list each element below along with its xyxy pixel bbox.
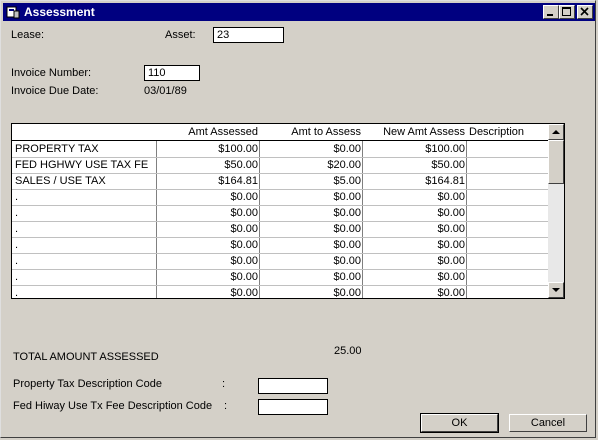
cell-amt-to-assess[interactable]: $20.00 [263,159,361,171]
grid-header-amt-to-assess: Amt to Assess [291,126,361,138]
table-row[interactable]: PROPERTY TAX $100.00 $0.00 $100.00 [12,141,548,158]
minimize-button[interactable] [543,5,559,19]
cancel-button[interactable]: Cancel [509,414,587,432]
cell-amt-assessed[interactable]: $164.81 [160,175,258,187]
cell-name[interactable]: FED HGHWY USE TAX FE [15,159,155,171]
close-button[interactable] [577,5,593,19]
table-row[interactable]: . $0.00 $0.00 $0.00 [12,205,548,222]
app-icon [6,6,20,19]
ok-button[interactable]: OK [420,413,499,433]
invoice-number-label: Invoice Number: [11,67,92,79]
cell-amt-to-assess[interactable]: $0.00 [263,255,361,267]
fed-hiway-code-label: Fed Hiway Use Tx Fee Description Code [13,400,213,412]
cell-name[interactable]: PROPERTY TAX [15,143,155,155]
cell-name[interactable]: SALES / USE TAX [15,175,155,187]
cell-new-amt-assess[interactable]: $0.00 [366,255,465,267]
table-row[interactable]: . $0.00 $0.00 $0.00 [12,269,548,286]
cell-amt-to-assess[interactable]: $0.00 [263,287,361,298]
cell-new-amt-assess[interactable]: $0.00 [366,239,465,251]
cell-amt-to-assess[interactable]: $0.00 [263,207,361,219]
cell-name[interactable]: . [15,191,155,203]
arrow-up-icon [552,130,560,134]
cell-amt-assessed[interactable]: $0.00 [160,207,258,219]
property-tax-code-label: Property Tax Description Code [13,378,162,390]
cell-new-amt-assess[interactable]: $0.00 [366,223,465,235]
cell-name[interactable]: . [15,207,155,219]
assessment-grid[interactable]: Amt Assessed Amt to Assess New Amt Asses… [11,123,565,299]
cell-amt-to-assess[interactable]: $0.00 [263,271,361,283]
total-amount-label: TOTAL AMOUNT ASSESSED [13,351,159,363]
cell-new-amt-assess[interactable]: $164.81 [366,175,465,187]
invoice-due-date-label: Invoice Due Date: [11,85,99,97]
cell-name[interactable]: . [15,271,155,283]
cell-amt-assessed[interactable]: $100.00 [160,143,258,155]
grid-scrollbar[interactable] [548,124,564,298]
property-tax-code-colon: : [222,378,226,390]
property-tax-code-field[interactable] [258,378,328,394]
grid-header-description: Description [469,126,525,138]
total-amount-value: 25.00 [334,345,362,357]
table-row[interactable]: . $0.00 $0.00 $0.00 [12,189,548,206]
grid-header-amt-assessed: Amt Assessed [188,126,258,138]
asset-label: Asset: [165,29,196,41]
cell-amt-assessed[interactable]: $0.00 [160,239,258,251]
fed-hiway-code-field[interactable] [258,399,328,415]
window-title: Assessment [24,5,95,19]
cell-name[interactable]: . [15,255,155,267]
scroll-up-button[interactable] [548,124,564,140]
cell-amt-to-assess[interactable]: $5.00 [263,175,361,187]
cell-name[interactable]: . [15,287,155,298]
maximize-button[interactable] [559,5,575,19]
cell-amt-to-assess[interactable]: $0.00 [263,239,361,251]
cell-amt-assessed[interactable]: $0.00 [160,255,258,267]
invoice-number-field[interactable]: 110 [144,65,200,81]
cell-amt-assessed[interactable]: $0.00 [160,191,258,203]
cell-amt-to-assess[interactable]: $0.00 [263,191,361,203]
scroll-thumb[interactable] [548,140,564,184]
assessment-window: Assessment Lease: Asset: 23 Invoice Numb… [0,0,596,438]
cell-name[interactable]: . [15,223,155,235]
cell-new-amt-assess[interactable]: $0.00 [366,271,465,283]
cell-name[interactable]: . [15,239,155,251]
invoice-due-date-value: 03/01/89 [144,85,187,97]
close-icon [580,7,589,16]
cell-new-amt-assess[interactable]: $100.00 [366,143,465,155]
table-row[interactable]: . $0.00 $0.00 $0.00 [12,285,548,298]
table-row[interactable]: . $0.00 $0.00 $0.00 [12,253,548,270]
cell-amt-to-assess[interactable]: $0.00 [263,143,361,155]
maximize-icon [562,7,571,16]
lease-label: Lease: [11,29,45,41]
cell-amt-assessed[interactable]: $0.00 [160,223,258,235]
asset-field[interactable]: 23 [213,27,284,43]
scroll-down-button[interactable] [548,282,564,298]
title-bar[interactable]: Assessment [3,3,595,21]
cell-new-amt-assess[interactable]: $0.00 [366,191,465,203]
cell-amt-assessed[interactable]: $50.00 [160,159,258,171]
cell-amt-assessed[interactable]: $0.00 [160,271,258,283]
cell-amt-assessed[interactable]: $0.00 [160,287,258,298]
cell-new-amt-assess[interactable]: $0.00 [366,207,465,219]
fed-hiway-code-colon: : [224,400,228,412]
table-row[interactable]: . $0.00 $0.00 $0.00 [12,221,548,238]
cell-new-amt-assess[interactable]: $50.00 [366,159,465,171]
cell-amt-to-assess[interactable]: $0.00 [263,223,361,235]
table-row[interactable]: . $0.00 $0.00 $0.00 [12,237,548,254]
grid-header: Amt Assessed Amt to Assess New Amt Asses… [12,124,548,141]
minimize-icon [547,14,553,16]
table-row[interactable]: SALES / USE TAX $164.81 $5.00 $164.81 [12,173,548,190]
grid-header-new-amt-assess: New Amt Assess [383,126,465,138]
arrow-down-icon [552,288,560,292]
table-row[interactable]: FED HGHWY USE TAX FE $50.00 $20.00 $50.00 [12,157,548,174]
cell-new-amt-assess[interactable]: $0.00 [366,287,465,298]
